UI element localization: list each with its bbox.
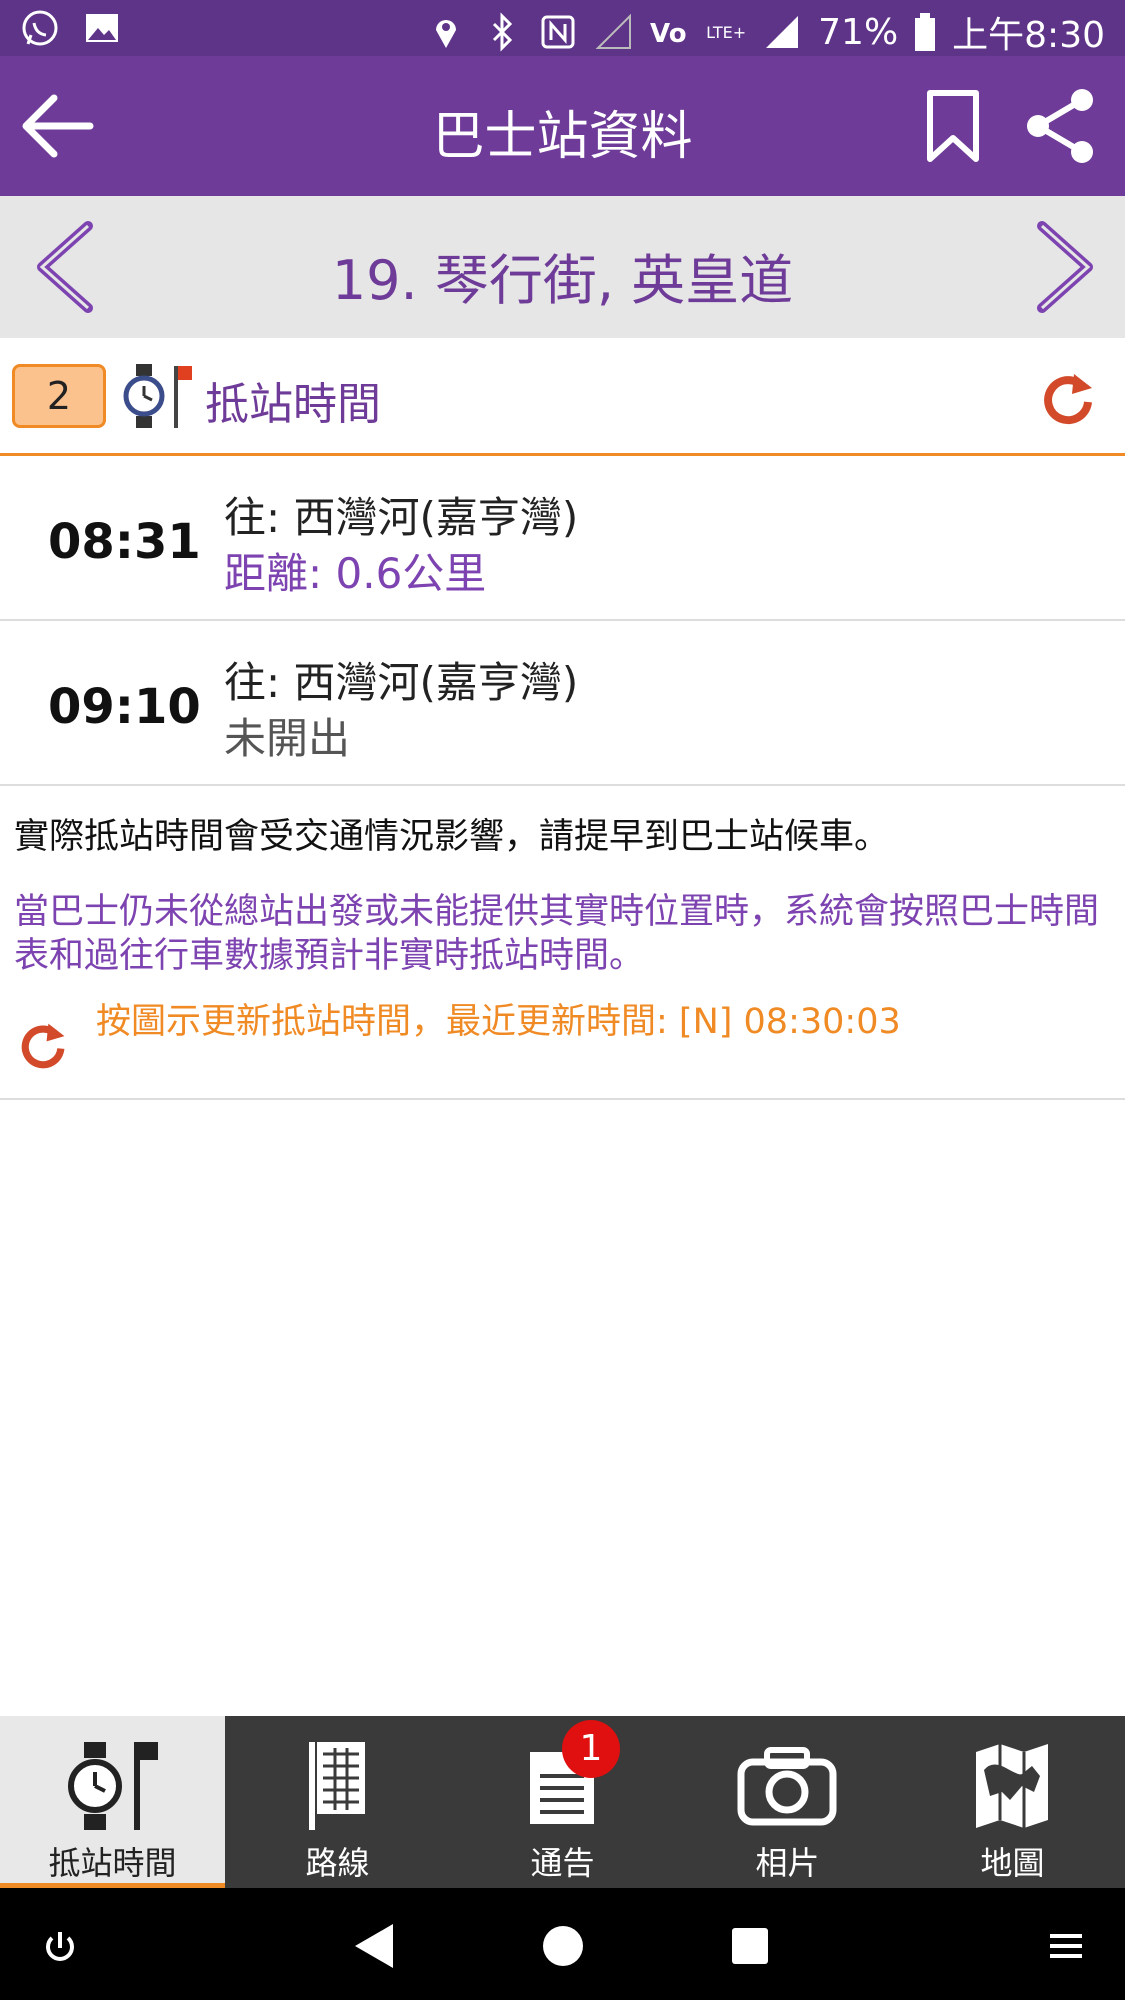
- eta-distance: 距離: 0.6公里: [224, 549, 487, 598]
- battery-percent: 71%: [818, 11, 899, 53]
- recents-nav-icon[interactable]: [720, 1918, 780, 1974]
- eta-row[interactable]: 08:31 往: 西灣河(嘉亨灣) 距離: 0.6公里: [0, 456, 1125, 621]
- eta-header-label: 抵站時間: [205, 379, 381, 430]
- stop-name: 19. 琴行街, 英皇道: [331, 249, 794, 312]
- clock-flag-icon: [123, 364, 192, 428]
- menu-icon[interactable]: [1036, 1918, 1096, 1974]
- notice-count-badge: 1: [562, 1720, 620, 1778]
- share-icon[interactable]: [1020, 86, 1100, 166]
- system-nav-bar: [0, 1888, 1125, 2000]
- refresh-icon[interactable]: [1040, 370, 1096, 426]
- battery-icon: [915, 13, 936, 51]
- volte-icon: Vo: [650, 19, 687, 49]
- eta-row[interactable]: 09:10 往: 西灣河(嘉亨灣) 未開出: [0, 621, 1125, 786]
- next-stop-icon[interactable]: [1030, 220, 1100, 314]
- status-time: 上午8:30: [952, 15, 1105, 56]
- signal-empty-icon: [595, 13, 632, 49]
- eta-status: 未開出: [224, 714, 351, 763]
- eta-header: 2 抵站時間: [0, 338, 1125, 456]
- tab-label: 通告: [530, 1844, 595, 1882]
- camera-icon: [737, 1747, 837, 1826]
- eta-time: 09:10: [48, 679, 201, 735]
- tab-map[interactable]: 地圖: [900, 1716, 1125, 1888]
- clock-flag-icon: [68, 1742, 158, 1830]
- back-nav-icon[interactable]: [345, 1918, 405, 1974]
- eta-count-badge[interactable]: 2: [12, 364, 106, 428]
- map-icon: [976, 1744, 1048, 1828]
- tab-label: 路線: [305, 1844, 370, 1882]
- location-icon: [436, 20, 457, 48]
- schedule-note: 當巴士仍未從總站出發或未能提供其實時位置時，系統會按照巴士時間表和過往行車數據預…: [14, 892, 1100, 976]
- eta-time: 08:31: [48, 514, 201, 570]
- bluetooth-icon: [493, 12, 513, 52]
- update-info: 按圖示更新抵站時間，最近更新時間: [N] 08:30:03: [0, 1000, 1125, 1100]
- bookmark-icon[interactable]: [925, 88, 981, 164]
- traffic-note: 實際抵站時間會受交通情況影響，請提早到巴士站候車。: [14, 817, 890, 857]
- tab-eta[interactable]: 抵站時間: [0, 1716, 225, 1888]
- eta-destination: 往: 西灣河(嘉亨灣): [224, 658, 579, 707]
- signal-icon: [766, 16, 799, 48]
- route-grid-icon: [309, 1742, 365, 1830]
- app-bar: 巴士站資料: [0, 56, 1125, 196]
- power-icon[interactable]: [30, 1918, 90, 1974]
- svg-text:Vo: Vo: [650, 19, 687, 49]
- whatsapp-icon: [22, 10, 58, 46]
- tab-label: 相片: [755, 1844, 820, 1882]
- status-bar: Vo LTE+ 71% 上午8:30: [0, 0, 1125, 56]
- nfc-icon: [541, 15, 575, 49]
- eta-destination: 往: 西灣河(嘉亨灣): [224, 493, 579, 542]
- last-update-text: 按圖示更新抵站時間，最近更新時間: [N] 08:30:03: [96, 1002, 901, 1042]
- tab-label: 地圖: [980, 1844, 1045, 1882]
- home-nav-icon[interactable]: [533, 1918, 593, 1974]
- tab-photos[interactable]: 相片: [675, 1716, 900, 1888]
- stop-navigator: 19. 琴行街, 英皇道: [0, 196, 1125, 338]
- tab-routes[interactable]: 路線: [225, 1716, 450, 1888]
- status-left-icons: [20, 8, 122, 48]
- network-label: LTE+: [706, 22, 747, 42]
- tab-label: 抵站時間: [48, 1844, 177, 1882]
- gallery-icon: [86, 14, 118, 42]
- refresh-icon[interactable]: [18, 1020, 68, 1070]
- status-right-icons: Vo LTE+ 71% 上午8:30: [426, 6, 1105, 58]
